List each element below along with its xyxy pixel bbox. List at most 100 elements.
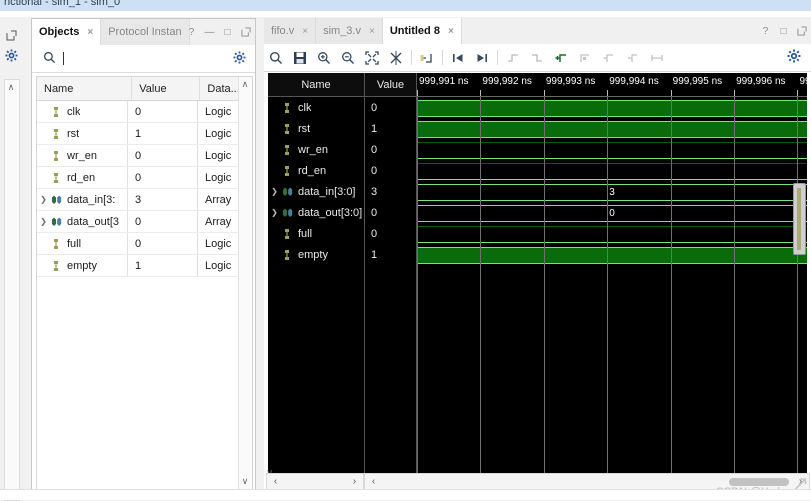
logic-signal-icon: [50, 150, 63, 162]
left-vertical-scrollbar[interactable]: ∧ ∨: [4, 79, 20, 501]
tab-sim-3-v-label: sim_3.v: [323, 25, 361, 37]
scroll-left-arrow-icon[interactable]: ‹: [268, 474, 283, 489]
object-name-label: rd_en: [67, 171, 96, 184]
float-button[interactable]: [239, 26, 252, 39]
logic-signal-icon: [281, 102, 294, 114]
waveform-gridline: [543, 97, 545, 479]
time-axis-tick: [480, 90, 482, 96]
logic-signal-icon: [281, 165, 294, 177]
search-caret: [63, 52, 64, 65]
next-transition-icon[interactable]: [525, 47, 549, 69]
close-icon[interactable]: ×: [448, 26, 454, 37]
close-icon[interactable]: ×: [87, 27, 93, 38]
waveform-settings-gear-icon[interactable]: [787, 49, 801, 66]
gear-icon[interactable]: [3, 47, 19, 63]
maximize-button[interactable]: □: [777, 25, 790, 38]
toolbar-separator: [497, 50, 498, 65]
table-row[interactable]: rst 1 Logic: [37, 123, 252, 145]
column-header-name[interactable]: Name: [37, 77, 133, 100]
scroll-down-arrow-icon[interactable]: ∨: [239, 475, 251, 488]
tab-untitled-8[interactable]: Untitled 8 ×: [382, 18, 462, 44]
object-name-cell: rd_en: [37, 167, 128, 188]
waveform-signal-row[interactable]: rst: [268, 118, 364, 139]
waveform-signal-label: data_in[3:0]: [298, 185, 356, 198]
waveform-vertical-scrollbar[interactable]: [793, 183, 806, 255]
window-title: nctional - sim_1 - sim_0: [4, 0, 121, 8]
waveform-signal-traces: 30: [417, 97, 807, 479]
objects-table-vertical-scrollbar[interactable]: ∧ ∨: [238, 77, 252, 489]
waveform-signal-row[interactable]: ❯ data_in[3:0]: [268, 181, 364, 202]
search-icon[interactable]: [43, 51, 56, 67]
next-marker-icon[interactable]: [597, 47, 621, 69]
waveform-gridline: [480, 97, 482, 479]
scroll-up-arrow-icon[interactable]: ∧: [239, 78, 251, 91]
waveform-signal-row[interactable]: full: [268, 223, 364, 244]
minimize-button[interactable]: —: [203, 26, 216, 39]
go-to-start-icon[interactable]: [446, 47, 470, 69]
waveform-trace: [417, 139, 807, 160]
waveform-column-header-value[interactable]: Value: [365, 73, 416, 97]
waveform-signal-row[interactable]: clk: [268, 97, 364, 118]
waveform-gridline: [607, 97, 609, 479]
chevron-right-icon[interactable]: ❯: [268, 187, 281, 196]
window-footer: [0, 489, 811, 500]
waveform-time-ruler[interactable]: 999,991 ns 999,992 ns 999,993 ns 999,994 ns…: [417, 73, 807, 97]
delete-marker-icon[interactable]: [621, 47, 645, 69]
table-row[interactable]: ❯ data_out[3 0 Array: [37, 211, 252, 233]
previous-transition-icon[interactable]: [501, 47, 525, 69]
zoom-in-icon[interactable]: [312, 47, 336, 69]
previous-marker-icon[interactable]: [573, 47, 597, 69]
waveform-signal-row[interactable]: rd_en: [268, 160, 364, 181]
waveform-bus-value: 0: [417, 205, 807, 222]
table-row[interactable]: clk 0 Logic: [37, 101, 252, 123]
maximize-button[interactable]: □: [221, 26, 234, 39]
tab-sim-3-v[interactable]: sim_3.v ×: [316, 18, 383, 44]
object-value-cell: 0: [128, 167, 198, 188]
save-waveform-icon[interactable]: [288, 47, 312, 69]
waveform-column-header-name[interactable]: Name: [268, 73, 364, 97]
search-icon[interactable]: [264, 47, 288, 69]
column-header-value[interactable]: Value: [132, 77, 201, 100]
object-value-cell: 1: [128, 123, 198, 144]
table-row[interactable]: empty 1 Logic: [37, 255, 252, 277]
scroll-left-arrow-icon[interactable]: ‹: [366, 474, 381, 489]
waveform-signal-row[interactable]: wr_en: [268, 139, 364, 160]
scroll-up-arrow-icon[interactable]: ∧: [5, 81, 17, 94]
table-row[interactable]: full 0 Logic: [37, 233, 252, 255]
waveform-signal-row[interactable]: empty: [268, 244, 364, 265]
snap-to-transition-icon[interactable]: [415, 47, 439, 69]
waveform-gridline: [670, 97, 672, 479]
help-button[interactable]: ?: [759, 25, 772, 38]
waveform-signal-value: 3: [371, 185, 378, 198]
add-marker-icon[interactable]: [549, 47, 573, 69]
zoom-to-cursor-icon[interactable]: [384, 47, 408, 69]
tab-protocol-instances[interactable]: Protocol Instan: [101, 19, 190, 45]
float-button[interactable]: [795, 25, 808, 38]
chevron-right-icon[interactable]: ❯: [37, 217, 50, 226]
search-input[interactable]: [66, 50, 230, 68]
waveform-logic-low: [417, 142, 807, 159]
waveform-panel-header: fifo.v × sim_3.v × Untitled 8 × ? □: [264, 18, 811, 45]
chevron-right-icon[interactable]: ❯: [37, 195, 50, 204]
go-to-end-icon[interactable]: [470, 47, 494, 69]
scroll-right-arrow-icon[interactable]: ›: [347, 474, 362, 489]
table-row[interactable]: ❯ data_in[3: 3 Array: [37, 189, 252, 211]
table-row[interactable]: wr_en 0 Logic: [37, 145, 252, 167]
array-signal-icon: [281, 207, 294, 219]
zoom-out-icon[interactable]: [336, 47, 360, 69]
tab-fifo-v[interactable]: fifo.v ×: [264, 18, 317, 44]
waveform-signal-value: 0: [371, 143, 378, 156]
waveform-canvas[interactable]: 999,991 ns 999,992 ns 999,993 ns 999,994 ns…: [417, 73, 807, 479]
table-row[interactable]: rd_en 0 Logic: [37, 167, 252, 189]
search-settings-gear-icon[interactable]: [233, 51, 246, 67]
close-icon[interactable]: ×: [302, 26, 308, 37]
zoom-fit-icon[interactable]: [360, 47, 384, 69]
waveform-hscroll-thumb[interactable]: [729, 478, 789, 486]
chevron-right-icon[interactable]: ❯: [268, 208, 281, 217]
close-icon[interactable]: ×: [369, 26, 375, 37]
measure-icon[interactable]: [645, 47, 669, 69]
help-button[interactable]: ?: [185, 26, 198, 39]
float-icon[interactable]: [3, 27, 19, 43]
tab-objects[interactable]: Objects ×: [32, 19, 102, 45]
waveform-signal-row[interactable]: ❯ data_out[3:0]: [268, 202, 364, 223]
